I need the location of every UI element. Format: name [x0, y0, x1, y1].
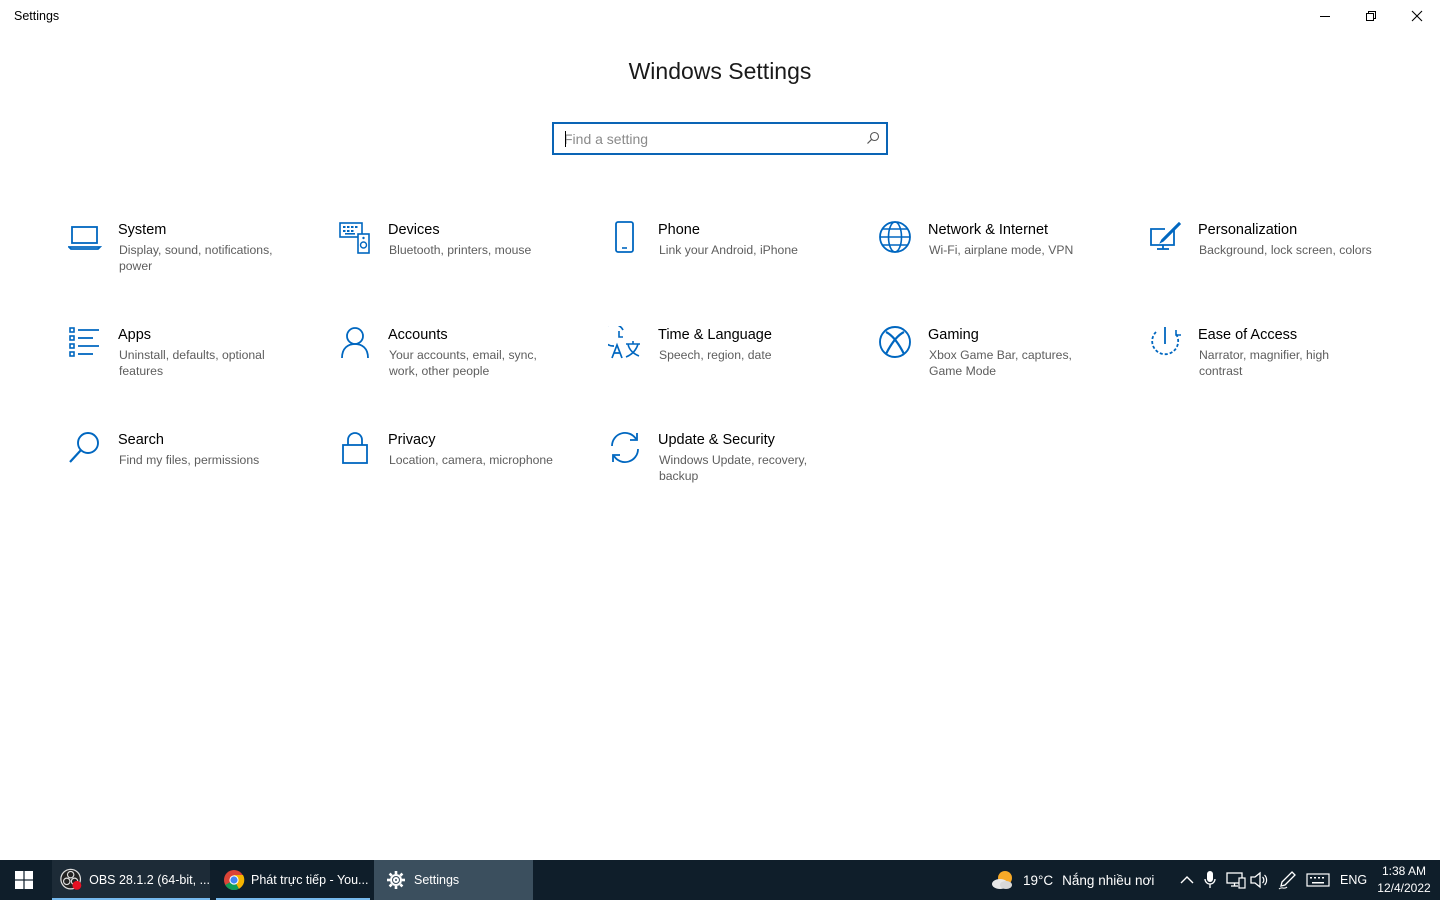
- category-description: Background, lock screen, colors: [1199, 243, 1372, 257]
- category-label: Network & Internet: [928, 222, 1049, 238]
- chevron-up-icon[interactable]: [1180, 874, 1194, 886]
- globe-icon: [878, 221, 912, 255]
- category-search[interactable]: Search Find my files, permissions: [68, 431, 318, 511]
- category-label: Apps: [118, 327, 152, 343]
- clock-time: 1:38 AM: [1381, 864, 1427, 878]
- language-indicator[interactable]: ENG: [1340, 860, 1367, 900]
- close-icon: [1411, 10, 1423, 22]
- category-time-language[interactable]: Time & Language Speech, region, date: [608, 326, 858, 406]
- category-system[interactable]: System Display, sound, notifications, po…: [68, 221, 318, 301]
- search-input[interactable]: [554, 124, 854, 153]
- taskbar-item-chrome[interactable]: Phát trực tiếp - You...: [216, 860, 370, 900]
- start-button[interactable]: [0, 860, 48, 900]
- category-label: Time & Language: [658, 327, 772, 343]
- category-description: Speech, region, date: [659, 348, 772, 362]
- category-label: Privacy: [388, 432, 436, 448]
- category-label: Accounts: [388, 327, 448, 343]
- weather-sun-cloud-icon: [992, 871, 1012, 889]
- pen-icon[interactable]: [1278, 870, 1296, 890]
- clock[interactable]: 1:38 AM 12/4/2022: [1370, 863, 1438, 897]
- minimize-icon: [1320, 16, 1330, 17]
- sync-icon: [608, 431, 642, 465]
- ease-of-access-icon: [1148, 326, 1182, 360]
- category-description: Uninstall, defaults, optional features: [119, 348, 265, 378]
- category-label: Personalization: [1198, 222, 1298, 238]
- category-description: Narrator, magnifier, high contrast: [1199, 348, 1330, 378]
- windows-logo-icon: [15, 871, 33, 889]
- taskbar: OBS 28.1.2 (64-bit, ... Phát trực tiếp -…: [0, 860, 1440, 900]
- category-description: Link your Android, iPhone: [659, 243, 798, 257]
- search-icon: [68, 431, 102, 465]
- text-caret: [565, 131, 566, 147]
- time-language-icon: [608, 326, 642, 360]
- category-description: Xbox Game Bar, captures, Game Mode: [929, 348, 1072, 378]
- phone-icon: [608, 221, 642, 255]
- weather-temperature: 19°C: [1023, 872, 1054, 888]
- minimize-button[interactable]: [1302, 0, 1348, 32]
- laptop-icon: [68, 221, 102, 255]
- category-network[interactable]: Network & Internet Wi-Fi, airplane mode,…: [878, 221, 1128, 301]
- gear-icon: [387, 871, 405, 889]
- weather-condition: Nắng nhiều nơi: [1062, 872, 1155, 888]
- chrome-icon: [224, 870, 245, 891]
- person-icon: [338, 326, 372, 360]
- title-bar: Settings: [0, 0, 1440, 32]
- search-icon[interactable]: [866, 131, 880, 145]
- obs-icon: [60, 868, 82, 890]
- close-button[interactable]: [1394, 0, 1440, 32]
- category-description: Find my files, permissions: [119, 453, 260, 467]
- apps-list-icon: [68, 326, 102, 360]
- taskbar-item-obs[interactable]: OBS 28.1.2 (64-bit, ...: [52, 860, 210, 900]
- category-label: Phone: [658, 222, 700, 238]
- category-label: Ease of Access: [1198, 327, 1298, 343]
- restore-button[interactable]: [1348, 0, 1394, 32]
- category-update-security[interactable]: Update & Security Windows Update, recove…: [608, 431, 858, 511]
- category-description: Location, camera, microphone: [389, 453, 553, 467]
- paintbrush-icon: [1148, 221, 1182, 255]
- search-box[interactable]: [552, 122, 888, 155]
- clock-date: 12/4/2022: [1377, 881, 1431, 895]
- category-description: Wi-Fi, airplane mode, VPN: [929, 243, 1074, 257]
- weather-widget[interactable]: 19°C Nắng nhiều nơi: [992, 860, 1154, 900]
- category-phone[interactable]: Phone Link your Android, iPhone: [608, 221, 858, 301]
- speaker-icon[interactable]: [1250, 870, 1268, 890]
- keyboard-icon[interactable]: [1306, 873, 1330, 887]
- devices-icon: [338, 221, 372, 255]
- category-label: Search: [118, 432, 164, 448]
- maximize-icon: [1366, 11, 1376, 21]
- category-label: Gaming: [928, 327, 979, 343]
- network-icon[interactable]: [1226, 870, 1246, 890]
- category-personalization[interactable]: Personalization Background, lock screen,…: [1148, 221, 1398, 301]
- category-accounts[interactable]: Accounts Your accounts, email, sync, wor…: [338, 326, 588, 406]
- window-title: Settings: [14, 9, 60, 23]
- category-devices[interactable]: Devices Bluetooth, printers, mouse: [338, 221, 588, 301]
- category-label: Update & Security: [658, 432, 775, 448]
- category-description: Windows Update, recovery, backup: [659, 453, 808, 483]
- category-privacy[interactable]: Privacy Location, camera, microphone: [338, 431, 588, 511]
- xbox-icon: [878, 326, 912, 360]
- microphone-icon[interactable]: [1203, 870, 1217, 890]
- category-description: Your accounts, email, sync, work, other …: [389, 348, 537, 378]
- taskbar-item-label: Phát trực tiếp - You...: [251, 873, 369, 887]
- category-label: System: [118, 222, 167, 238]
- category-ease-of-access[interactable]: Ease of Access Narrator, magnifier, high…: [1148, 326, 1398, 406]
- category-description: Display, sound, notifications, power: [119, 243, 273, 273]
- taskbar-item-label: Settings: [414, 873, 460, 887]
- category-label: Devices: [388, 222, 440, 238]
- lock-icon: [338, 431, 372, 465]
- taskbar-item-label: OBS 28.1.2 (64-bit, ...: [89, 873, 210, 887]
- category-description: Bluetooth, printers, mouse: [389, 243, 532, 257]
- taskbar-item-settings[interactable]: Settings: [374, 860, 533, 900]
- page-title: Windows Settings: [628, 58, 812, 84]
- category-apps[interactable]: Apps Uninstall, defaults, optional featu…: [68, 326, 318, 406]
- category-gaming[interactable]: Gaming Xbox Game Bar, captures, Game Mod…: [878, 326, 1128, 406]
